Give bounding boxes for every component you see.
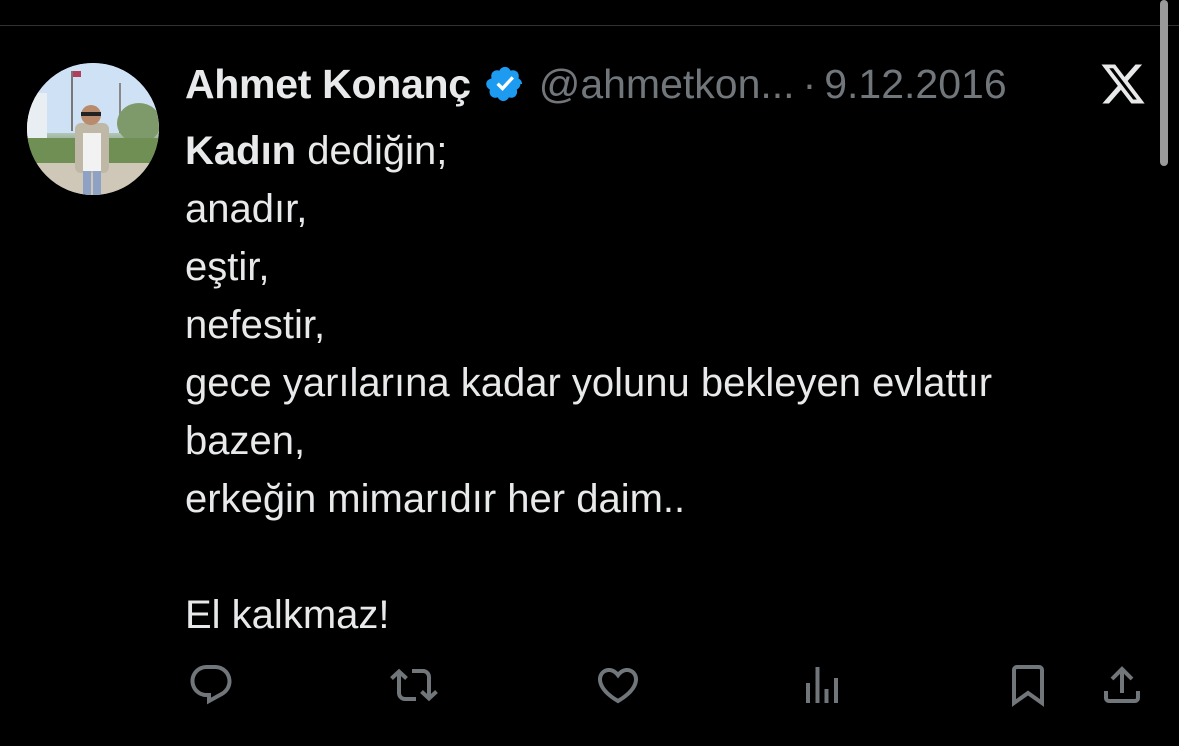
share-button[interactable] bbox=[1092, 655, 1152, 715]
top-divider bbox=[0, 25, 1179, 26]
verified-badge-icon bbox=[485, 66, 522, 102]
avatar[interactable] bbox=[27, 63, 159, 195]
tweet-date[interactable]: 9.12.2016 bbox=[824, 61, 1006, 108]
tweet-body: anadır, eştir, nefestir, gece yarılarına… bbox=[185, 187, 993, 637]
like-icon bbox=[597, 668, 639, 704]
header-separator: · bbox=[802, 60, 817, 107]
action-bar bbox=[0, 655, 1179, 715]
x-logo-icon bbox=[1101, 64, 1145, 104]
bookmark-icon bbox=[1012, 665, 1044, 707]
tweet-header: Ahmet Konanç @ahmetkon... · 9.12.2016 bbox=[185, 58, 1007, 110]
views-button[interactable] bbox=[792, 655, 852, 715]
like-button[interactable] bbox=[588, 655, 648, 715]
author-name[interactable]: Ahmet Konanç bbox=[185, 61, 471, 108]
retweet-button[interactable] bbox=[384, 655, 444, 715]
tweet-text: Kadın dediğin; anadır, eştir, nefestir, … bbox=[185, 122, 1135, 644]
author-handle[interactable]: @ahmetkon... bbox=[539, 61, 795, 108]
share-icon bbox=[1104, 666, 1140, 703]
reply-icon bbox=[190, 665, 232, 705]
bookmark-button[interactable] bbox=[998, 655, 1058, 715]
tweet-first-line-rest: dediğin; bbox=[296, 129, 448, 173]
scrollbar[interactable] bbox=[1160, 0, 1168, 166]
tweet-bold-word: Kadın bbox=[185, 129, 297, 173]
retweet-icon bbox=[390, 668, 438, 702]
reply-button[interactable] bbox=[181, 655, 241, 715]
views-icon bbox=[806, 667, 838, 703]
